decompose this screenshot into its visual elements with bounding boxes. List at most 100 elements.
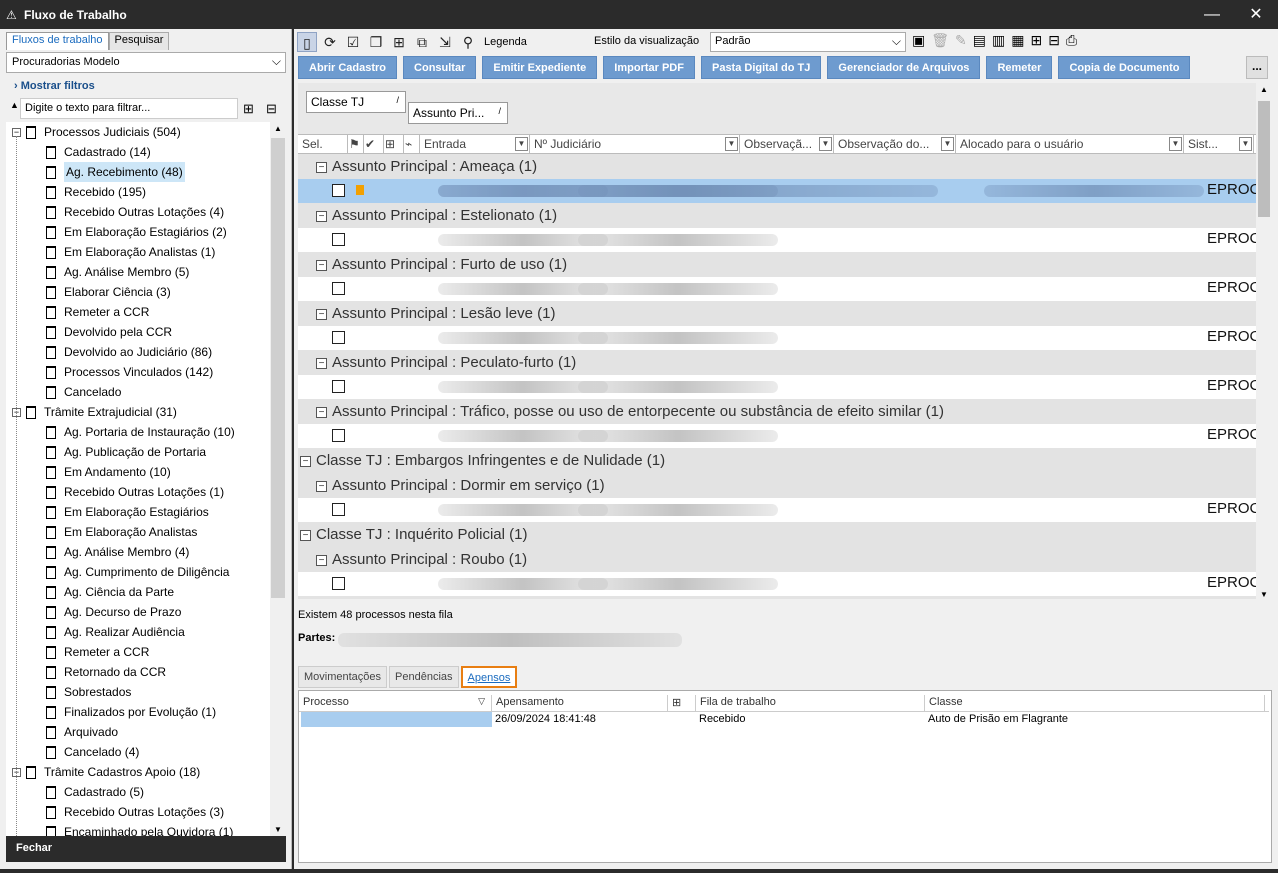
row-checkbox[interactable] [332,429,345,442]
group-row-assunto[interactable]: − Assunto Principal : Dormir em serviço (… [316,474,605,498]
row-checkbox[interactable] [332,331,345,344]
filter-input[interactable]: Digite o texto para filtrar... [20,98,238,119]
tree-item[interactable]: Cadastrado (5) [46,782,144,802]
save-icon[interactable]: ▣ [912,32,925,49]
col-apensamento[interactable]: Apensamento [492,695,668,711]
table-row[interactable]: EPROC [298,277,1260,301]
column-header-cell[interactable]: ⚑ [348,135,364,154]
collapse-toggle-icon[interactable]: − [316,554,327,566]
tree-collapse-icon[interactable]: ⊟ [266,101,277,117]
tree-item[interactable]: Ag. Recebimento (48) [46,162,185,182]
group-row-assunto[interactable]: − Assunto Principal : Roubo (1) [316,548,528,572]
tree-item[interactable]: Devolvido pela CCR [46,322,172,342]
print-icon[interactable]: ⎙ [1066,32,1077,49]
list-icon[interactable]: ▥ [992,32,1005,49]
group-chip-assunto[interactable]: Assunto Pri... / [408,102,508,124]
group-chip-classe[interactable]: Classe TJ / [306,91,406,113]
tree-item[interactable]: Cadastrado (14) [46,142,151,162]
tree-item[interactable]: Arquivado [46,722,118,742]
column-header-cell[interactable]: Observaçã... ▼ [740,135,834,154]
collapse-icon[interactable]: ▲ [10,100,19,110]
action-button[interactable]: Pasta Digital do TJ [700,56,822,79]
tree-item[interactable]: Remeter a CCR [46,302,149,322]
grid-scrollbar[interactable]: ▲ ▼ [1256,83,1272,601]
tree-group[interactable]: − Trâmite Cadastros Apoio (18) [12,762,200,782]
column-dropdown-icon[interactable]: ▼ [515,137,528,151]
column-header-cell[interactable]: Observação do... ▼ [834,135,956,154]
row-checkbox[interactable] [332,503,345,516]
tree-scroll-thumb[interactable] [271,138,285,598]
table-row[interactable]: EPROC [298,424,1260,448]
tab-pesquisar[interactable]: Pesquisar [108,32,170,50]
tree-item[interactable]: Encaminhado pela Ouvidora (1) [46,822,233,836]
filter-icon[interactable]: ⊟ [1048,32,1060,49]
column-header-cell[interactable]: Alocado para o usuário ▼ [956,135,1184,154]
row-checkbox[interactable] [332,380,345,393]
tree-item[interactable]: Ag. Ciência da Parte [46,582,174,602]
action-button[interactable]: Consultar [403,56,477,79]
group-row-classe[interactable]: − Classe TJ : Inquérito Policial (1) [300,523,528,547]
edit-icon[interactable]: ✎ [955,32,967,49]
table-row[interactable]: EPROC [298,326,1260,350]
column-header-cell[interactable]: ⊞ [384,135,404,154]
refresh-icon[interactable]: ⟳ [320,32,340,52]
procuradoria-select[interactable]: Procuradorias Modelo ⌵ [6,52,286,73]
row-checkbox[interactable] [332,233,345,246]
col-classe[interactable]: Classe [925,695,1265,711]
tree-item[interactable]: Ag. Decurso de Prazo [46,602,181,622]
column-header-cell[interactable]: Sel. [298,135,348,154]
col-processo[interactable]: Processo ▽ [299,695,492,711]
tree-item[interactable]: Elaborar Ciência (3) [46,282,171,302]
collapse-toggle-icon[interactable]: − [300,529,311,541]
tab-movimentacoes[interactable]: Movimentações [298,666,388,688]
tree-item[interactable]: Ag. Análise Membro (4) [46,542,189,562]
column-header-cell[interactable]: Nº Judiciário ▼ [530,135,740,154]
group-row-assunto[interactable]: − Assunto Principal : Lesão leve (1) [316,302,556,326]
table-row[interactable]: EPROC [298,228,1260,252]
column-header-cell[interactable]: ⌁ [404,135,420,154]
collapse-toggle-icon[interactable]: − [316,210,327,222]
export-icon[interactable]: ⇲ [435,32,455,52]
tree-item[interactable]: Ag. Publicação de Portaria [46,442,206,462]
copy-icon[interactable]: ❐ [366,32,386,52]
tree-item[interactable]: Ag. Cumprimento de Diligência [46,562,229,582]
tree-item[interactable]: Processos Vinculados (142) [46,362,213,382]
action-button[interactable]: Remeter [986,56,1053,79]
column-dropdown-icon[interactable]: ▼ [725,137,738,151]
tree-item[interactable]: Ag. Análise Membro (5) [46,262,189,282]
column-dropdown-icon[interactable]: ▼ [941,137,954,151]
column-header-cell[interactable]: ✔ [364,135,384,154]
tree-item[interactable]: Cancelado [46,382,121,402]
table-row[interactable]: EPROC [298,572,1260,596]
tree-item[interactable]: Em Elaboração Analistas [46,522,197,542]
tree-item[interactable]: Sobrestados [46,682,131,702]
legenda-label[interactable]: Legenda [484,36,527,48]
tree-item[interactable]: Recebido Outras Lotações (4) [46,202,224,222]
tree-expand-icon[interactable]: ⊞ [243,101,254,117]
tree-item[interactable]: Ag. Portaria de Instauração (10) [46,422,235,442]
collapse-toggle-icon[interactable]: − [316,259,327,271]
tree-group[interactable]: − Processos Judiciais (504) [12,122,181,142]
column-header-cell[interactable]: Sist... ▼ [1184,135,1254,154]
scroll-up-icon[interactable]: ▲ [1260,85,1268,94]
document-icon[interactable]: ▯ [297,31,317,52]
tree-item[interactable]: Recebido Outras Lotações (3) [46,802,224,822]
tree-item[interactable]: Ag. Realizar Audiência [46,622,185,642]
check-all-icon[interactable]: ☑ [343,32,363,52]
row-checkbox[interactable] [332,577,345,590]
action-button[interactable]: Copia de Documento [1058,56,1191,79]
tab-apensos[interactable]: Apensos [460,666,518,688]
tree-item[interactable]: Finalizados por Evolução (1) [46,702,216,722]
col-tree-icon[interactable]: ⊞ [668,695,696,711]
column-dropdown-icon[interactable]: ▼ [819,137,832,151]
scroll-up-icon[interactable]: ▲ [274,124,282,133]
minimize-button[interactable]: — [1190,0,1234,29]
tree-item[interactable]: Devolvido ao Judiciário (86) [46,342,212,362]
collapse-toggle-icon[interactable]: − [316,406,327,418]
table-row[interactable]: EPROC [298,375,1260,399]
legend-icon[interactable]: ⚲ [458,32,478,52]
delete-icon[interactable]: 🗑 [931,32,949,49]
collapse-toggle-icon[interactable]: − [316,357,327,369]
pages-icon[interactable]: ⧉ [412,32,432,52]
tab-fluxos[interactable]: Fluxos de trabalho [6,32,109,50]
